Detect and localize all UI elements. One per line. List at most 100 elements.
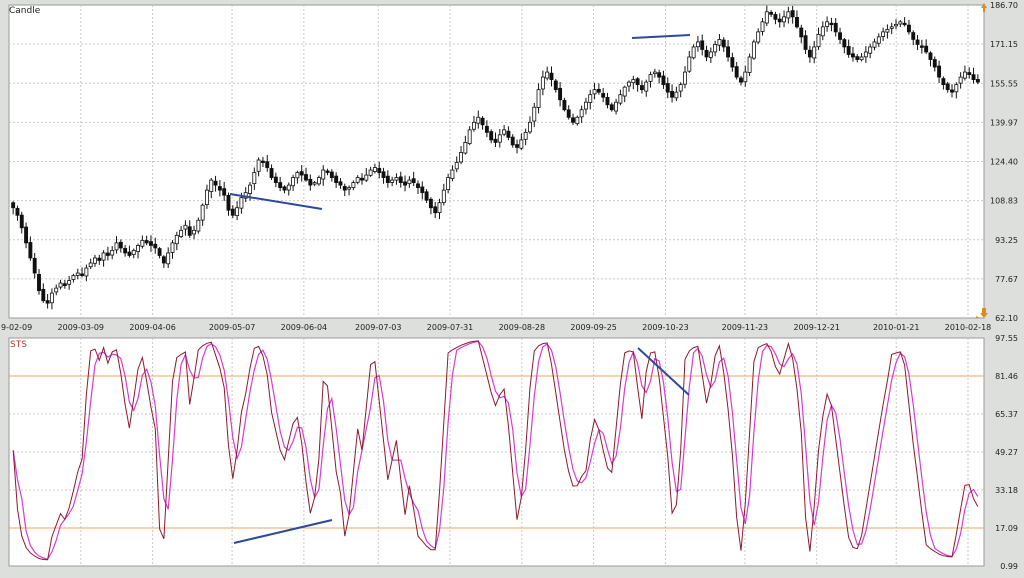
candle-body <box>975 79 980 83</box>
sts-y-tick-label: 33.18 <box>995 486 1018 495</box>
candle-body <box>217 186 222 191</box>
candle-body <box>739 77 743 83</box>
candle-body <box>480 117 485 126</box>
candle-body <box>795 17 799 28</box>
candle-body <box>855 56 860 60</box>
candle-body <box>562 99 567 111</box>
candle-body <box>536 89 541 108</box>
candle-body <box>760 21 765 32</box>
candle-body <box>437 202 442 214</box>
candle-body <box>187 226 192 236</box>
price-x-tick-label: 2009-08-28 <box>499 323 546 332</box>
candle-body <box>695 41 700 48</box>
sts-panel: 97.55 81.46 65.37 49.27 33.18 17.09 0.99 STS <box>8 334 1018 571</box>
candle-body <box>37 273 41 292</box>
candle-body <box>123 247 128 254</box>
candle-body <box>846 46 851 55</box>
candle-body <box>553 80 558 91</box>
candle-body <box>579 109 584 118</box>
candle-body <box>627 81 631 87</box>
candle-body <box>93 257 97 264</box>
candle-body <box>136 245 140 252</box>
price-x-tick-label: 2009-03-09 <box>58 323 105 332</box>
candle-body <box>825 21 830 27</box>
candle-body <box>484 125 489 133</box>
candle-body <box>665 83 670 93</box>
candle-body <box>894 23 898 27</box>
candle-body <box>528 121 532 133</box>
candle-body <box>71 275 76 280</box>
candle-body <box>592 89 597 95</box>
candle-body <box>75 272 80 276</box>
candle-body <box>838 32 842 40</box>
price-y-tick-label: 62.10 <box>995 314 1018 323</box>
candle-body <box>661 75 666 86</box>
price-x-tick-label: 2010-02-18 <box>945 323 992 332</box>
candle-body <box>807 49 812 58</box>
candle-body <box>24 226 29 244</box>
candle-body <box>174 234 179 245</box>
candle-body <box>282 186 287 191</box>
price-panel-label: Candle <box>9 6 41 16</box>
candle-body <box>545 71 550 79</box>
candle-body <box>777 18 782 23</box>
candle-body <box>493 138 498 143</box>
candle-body <box>239 197 244 209</box>
candle-body <box>928 52 933 60</box>
candle-body <box>497 134 502 143</box>
sts-y-tick-label: 65.37 <box>995 410 1018 419</box>
candle-body <box>196 219 201 232</box>
candle-body <box>278 182 283 189</box>
candle-body <box>131 250 136 255</box>
candle-body <box>876 36 881 44</box>
candle-body <box>110 250 115 256</box>
candle-body <box>674 91 679 99</box>
candle-body <box>411 178 416 184</box>
candle-body <box>816 33 821 48</box>
candle-body <box>433 206 438 214</box>
price-y-tick-label: 155.55 <box>990 79 1018 88</box>
candle-body <box>489 131 494 141</box>
candle-body <box>299 171 304 176</box>
candle-body <box>851 53 855 58</box>
candle-body <box>631 79 636 84</box>
candle-body <box>334 175 339 184</box>
candle-body <box>226 195 231 211</box>
candle-body <box>459 152 463 163</box>
candle-body <box>45 300 50 304</box>
candle-body <box>829 22 834 26</box>
candle-body <box>635 78 640 86</box>
candle-body <box>28 242 33 259</box>
candle-body <box>726 46 731 58</box>
candle-body <box>62 283 67 286</box>
candle-body <box>183 224 188 230</box>
candle-body <box>118 241 123 249</box>
price-x-tick-label: 2009-07-31 <box>427 323 474 332</box>
candle-body <box>407 179 412 185</box>
sts-y-tick-label: 97.55 <box>995 334 1018 343</box>
price-y-tick-label: 171.15 <box>990 40 1018 49</box>
candle-body <box>941 78 946 86</box>
candle-body <box>721 39 726 48</box>
candle-body <box>269 168 274 178</box>
candle-body <box>428 198 433 209</box>
sts-y-tick-label: 49.27 <box>995 448 1018 457</box>
candle-body <box>532 106 537 122</box>
candle-body <box>49 292 54 304</box>
candle-body <box>566 109 571 118</box>
candle-body <box>717 39 722 46</box>
candle-body <box>743 71 748 83</box>
candle-body <box>200 204 205 221</box>
candle-body <box>859 56 864 61</box>
candle-body <box>583 101 588 110</box>
candle-body <box>472 121 476 130</box>
price-x-tick-label: 2009-05-07 <box>209 323 256 332</box>
candle-body <box>446 177 451 190</box>
candle-body <box>179 229 184 237</box>
sts-y-tick-label: 81.46 <box>995 372 1018 381</box>
candle-body <box>790 10 795 18</box>
candle-body <box>329 171 334 178</box>
candle-body <box>786 11 791 19</box>
candle-body <box>441 189 446 203</box>
price-panel: 186.70 171.15 155.55 139.97 124.40 108.83 93.2… <box>1 1 1018 332</box>
